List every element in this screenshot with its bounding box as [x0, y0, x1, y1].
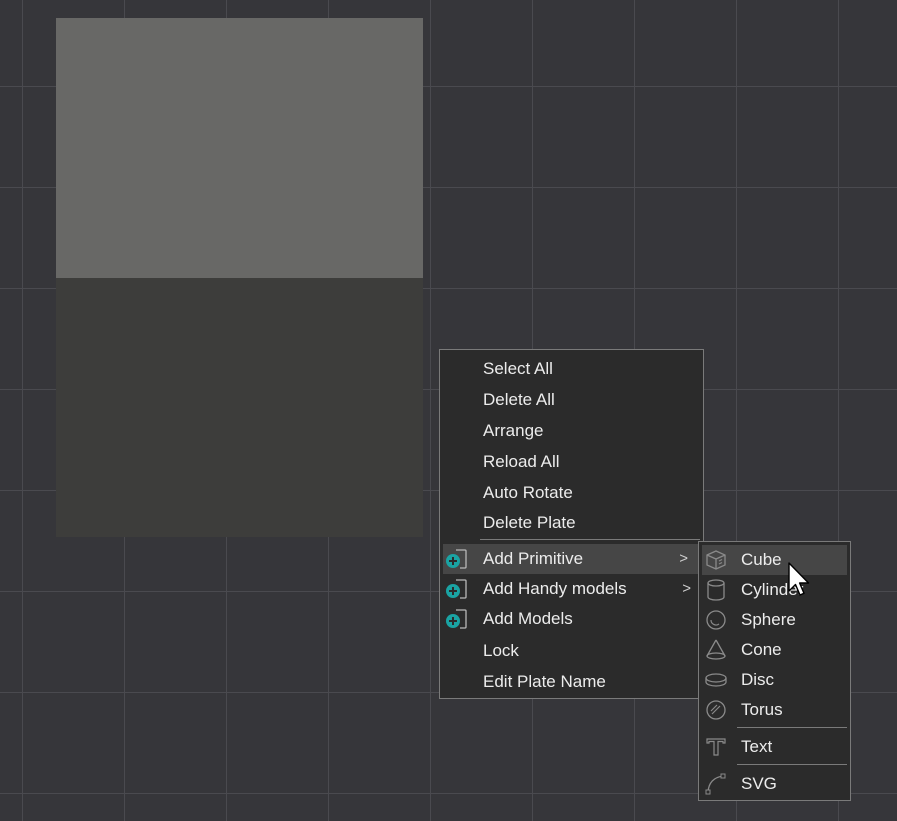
build-plate-top[interactable]: [56, 18, 423, 278]
menu-item-label: Add Primitive: [483, 549, 584, 568]
menu-item-add-handy-models[interactable]: Add Handy models >: [440, 574, 703, 604]
cylinder-icon: [707, 579, 725, 601]
menu-item-add-primitive[interactable]: Add Primitive >: [443, 544, 700, 574]
cube-icon: [706, 550, 726, 570]
chevron-right-icon: >: [682, 580, 691, 597]
menu-item-arrange[interactable]: Arrange: [440, 416, 703, 446]
text-icon: [706, 738, 726, 756]
add-icon: [446, 579, 467, 599]
menu-item-lock[interactable]: Lock: [440, 636, 703, 666]
menu-item-label: Arrange: [483, 421, 544, 440]
cone-icon: [706, 639, 726, 660]
menu-separator: [480, 539, 700, 540]
submenu-separator: [737, 727, 847, 728]
submenu-item-sphere[interactable]: Sphere: [699, 605, 850, 635]
submenu-item-text[interactable]: Text: [699, 732, 850, 762]
menu-item-label: Add Handy models: [483, 579, 627, 598]
submenu-item-cone[interactable]: Cone: [699, 635, 850, 665]
menu-item-label: Reload All: [483, 452, 560, 471]
submenu-item-label: Cone: [741, 640, 782, 659]
mouse-cursor-icon: [788, 562, 810, 596]
torus-icon: [706, 700, 726, 720]
add-icon: [446, 549, 467, 569]
menu-item-select-all[interactable]: Select All: [440, 354, 703, 384]
menu-item-auto-rotate[interactable]: Auto Rotate: [440, 478, 703, 508]
menu-item-label: Select All: [483, 359, 553, 378]
submenu-separator: [737, 764, 847, 765]
submenu-item-label: Sphere: [741, 610, 796, 629]
menu-item-edit-plate-name[interactable]: Edit Plate Name: [440, 667, 703, 697]
menu-item-label: Add Models: [483, 609, 573, 628]
add-icon: [446, 609, 467, 629]
menu-item-add-models[interactable]: Add Models: [440, 604, 703, 634]
menu-item-label: Delete All: [483, 390, 555, 409]
menu-item-reload-all[interactable]: Reload All: [440, 447, 703, 477]
menu-item-label: Edit Plate Name: [483, 672, 606, 691]
menu-item-delete-plate[interactable]: Delete Plate: [440, 508, 703, 538]
submenu-item-label: Torus: [741, 700, 783, 719]
menu-item-label: Delete Plate: [483, 513, 576, 532]
submenu-item-cube[interactable]: Cube: [702, 545, 847, 575]
disc-icon: [705, 673, 727, 687]
menu-item-label: Auto Rotate: [483, 483, 573, 502]
menu-item-delete-all[interactable]: Delete All: [440, 385, 703, 415]
context-menu: Select All Delete All Arrange Reload All…: [439, 349, 704, 699]
submenu-item-label: Disc: [741, 670, 775, 689]
sphere-icon: [706, 610, 726, 630]
submenu-item-label: SVG: [741, 774, 777, 793]
submenu-item-label: Cube: [741, 550, 782, 569]
submenu-item-cylinder[interactable]: Cylinder: [699, 575, 850, 605]
submenu-item-svg[interactable]: SVG: [699, 769, 850, 799]
build-plate-bottom[interactable]: [56, 278, 423, 537]
svg-icon: [705, 773, 726, 795]
submenu-item-disc[interactable]: Disc: [699, 665, 850, 695]
submenu-item-torus[interactable]: Torus: [699, 695, 850, 725]
chevron-right-icon: >: [679, 550, 688, 567]
submenu-item-label: Text: [741, 737, 773, 756]
primitive-submenu: Cube Cylinder Sphere Cone Disc Torus Tex…: [698, 541, 851, 801]
menu-item-label: Lock: [483, 641, 519, 660]
